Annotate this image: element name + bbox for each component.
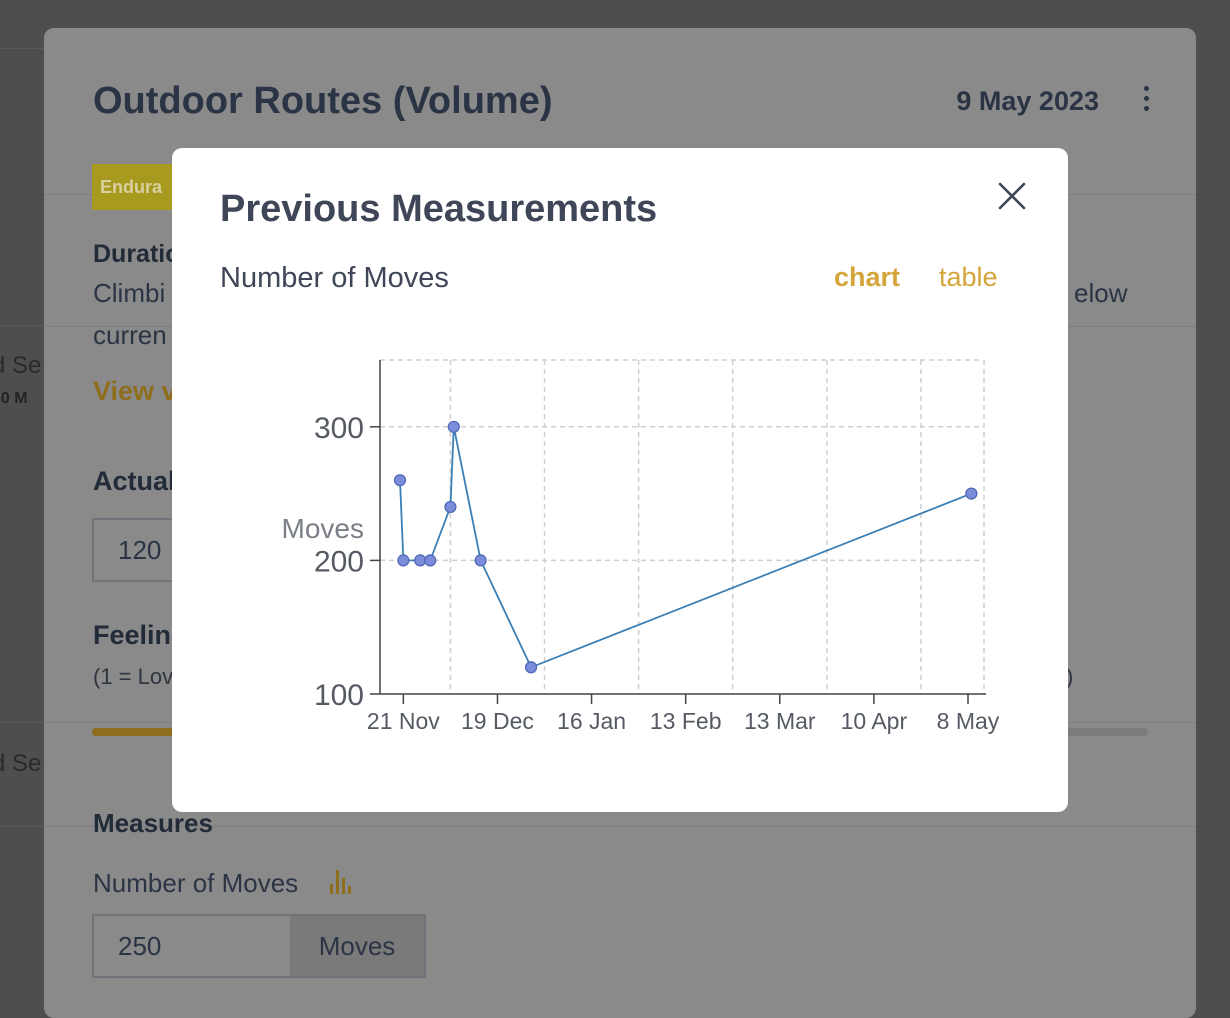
feeling-slider-fill (92, 728, 177, 736)
bar-chart-icon[interactable] (330, 870, 352, 894)
exercise-date: 9 May 2023 (956, 86, 1099, 116)
x-tick-label: 8 May (937, 708, 1000, 734)
measure-input[interactable]: 250 (92, 914, 292, 978)
measure-unit: Moves (290, 914, 426, 978)
view-link[interactable]: View v (93, 376, 177, 407)
measure-value: 250 (118, 930, 162, 961)
divider (0, 722, 44, 723)
actual-value: 120 (118, 534, 162, 565)
measure-unit-label: Moves (318, 930, 396, 961)
data-point (393, 474, 407, 487)
y-tick-label: 300 (314, 412, 364, 445)
divider (44, 826, 1196, 827)
more-options-icon[interactable] (1140, 86, 1152, 114)
data-point (397, 554, 410, 567)
data-point (474, 554, 487, 567)
series-line (399, 426, 972, 669)
description-text: Climbi (93, 278, 166, 308)
session-duration: 30 M (0, 390, 28, 407)
measure-name: Number of Moves (93, 868, 299, 898)
data-point (424, 554, 437, 567)
measurements-chart: 100 200 300 Moves 21 Nov 19 Dec 16 Jan 13 Feb 13… (282, 359, 1000, 734)
data-point (447, 420, 460, 433)
actual-label: Actual (93, 466, 176, 496)
background-left-panel: d Se 30 M d Se (0, 0, 44, 998)
session-label: d Se (0, 352, 42, 379)
feeling-scale-text: (1 = Lov (93, 664, 174, 689)
y-tick-label: 200 (314, 545, 364, 578)
data-point (524, 661, 538, 674)
data-point (414, 554, 427, 567)
data-point (444, 500, 457, 514)
data-point (965, 487, 978, 500)
x-tick-label: 13 Feb (650, 708, 722, 734)
x-tick-label: 13 Mar (744, 708, 816, 734)
y-axis-label: Moves (282, 513, 364, 544)
divider (0, 826, 44, 827)
previous-measurements-modal: Previous Measurements Number of Moves ch… (172, 148, 1068, 812)
description-text: elow (1074, 278, 1128, 308)
divider (0, 48, 44, 49)
description-text: curren (93, 320, 167, 350)
x-tick-label: 10 Apr (841, 708, 908, 734)
y-tick-label: 100 (314, 679, 364, 712)
duration-label: Duratio (93, 240, 181, 268)
exercise-title: Outdoor Routes (Volume) (93, 80, 553, 122)
x-tick-label: 21 Nov (367, 708, 440, 734)
feeling-label: Feelin (93, 620, 172, 650)
session-label: d Se (0, 750, 42, 777)
divider (0, 325, 44, 326)
x-tick-label: 16 Jan (557, 708, 626, 734)
measures-heading: Measures (93, 808, 213, 838)
x-tick-label: 19 Dec (461, 708, 534, 734)
